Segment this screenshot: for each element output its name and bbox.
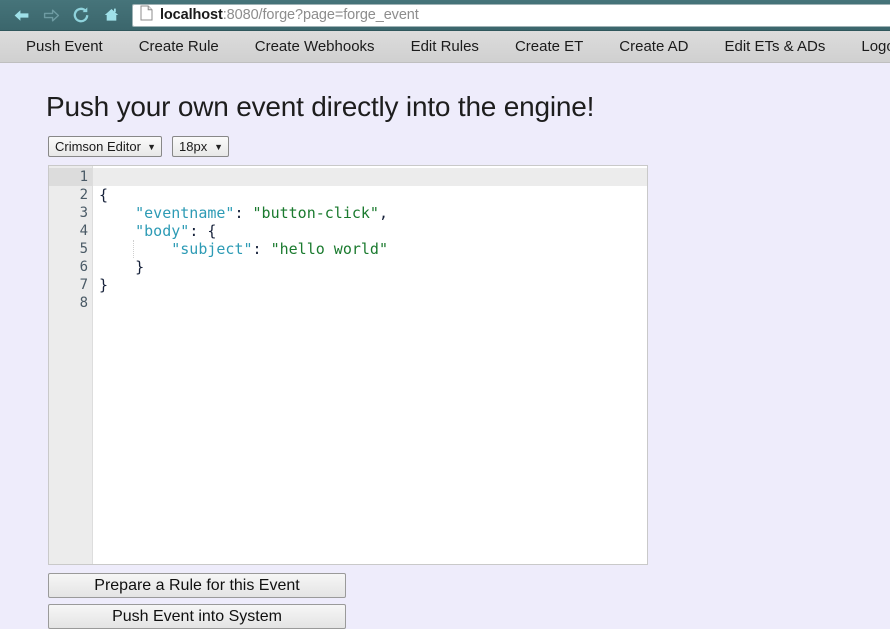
url-path: :8080/forge?page=forge_event <box>222 7 419 23</box>
back-button[interactable] <box>6 0 36 31</box>
editor-fontsize-select[interactable]: 18px <box>172 136 229 157</box>
page-title: Push your own event directly into the en… <box>46 91 595 122</box>
gutter-line-number: 6 <box>79 259 88 275</box>
gutter-line-number: 3 <box>79 205 88 221</box>
gutter-line-number: 4 <box>79 223 88 239</box>
editor-code-area[interactable]: { "eventname": "button-click", "body": {… <box>93 166 647 564</box>
url-text: localhost:8080/forge?page=forge_event <box>160 7 419 23</box>
editor-toolbar: Crimson Editor ▼ 18px ▼ <box>0 123 890 157</box>
prepare-rule-button[interactable]: Prepare a Rule for this Event <box>48 573 346 598</box>
home-icon <box>102 6 121 24</box>
forward-arrow-icon <box>42 7 61 24</box>
nav-item-create-rule[interactable]: Create Rule <box>121 31 237 62</box>
site-navigation: Push Event Create Rule Create Webhooks E… <box>0 31 890 63</box>
code-editor[interactable]: 1 2▾ 3 4▾ 5 6 7 8 { "eventname": "button… <box>48 165 648 565</box>
gutter-line[interactable]: 6 <box>49 258 92 276</box>
nav-item-edit-ets-ads[interactable]: Edit ETs & ADs <box>707 31 844 62</box>
browser-toolbar: localhost:8080/forge?page=forge_event <box>0 0 890 31</box>
push-event-button[interactable]: Push Event into System <box>48 604 346 629</box>
code-line[interactable] <box>93 168 647 186</box>
gutter-line-number: 1 <box>79 169 88 185</box>
code-line[interactable]: { <box>93 186 647 204</box>
gutter-line[interactable]: 8 <box>49 294 92 312</box>
theme-select-wrapper: Crimson Editor ▼ <box>48 136 162 157</box>
fontsize-select-wrapper: 18px ▼ <box>172 136 229 157</box>
reload-icon <box>72 6 91 24</box>
code-line[interactable]: "eventname": "button-click", <box>93 204 647 222</box>
nav-item-push-event[interactable]: Push Event <box>8 31 121 62</box>
code-line[interactable]: "subject": "hello world" <box>93 240 647 258</box>
nav-item-create-ad[interactable]: Create AD <box>601 31 706 62</box>
code-line[interactable]: "body": { <box>93 222 647 240</box>
home-button[interactable] <box>96 0 126 31</box>
code-line[interactable]: } <box>93 276 647 294</box>
url-bar[interactable]: localhost:8080/forge?page=forge_event <box>132 3 890 27</box>
gutter-line-number: 8 <box>79 295 88 311</box>
gutter-line[interactable]: 4▾ <box>49 222 101 240</box>
page-document-icon <box>140 5 153 26</box>
nav-item-logout[interactable]: Logout <box>843 31 890 62</box>
code-line[interactable] <box>93 294 647 312</box>
back-arrow-icon <box>12 7 31 24</box>
gutter-line[interactable]: 2▾ <box>49 186 101 204</box>
gutter-line-number: 7 <box>79 277 88 293</box>
editor-theme-select[interactable]: Crimson Editor <box>48 136 162 157</box>
forward-button[interactable] <box>36 0 66 31</box>
action-buttons: Prepare a Rule for this Event Push Event… <box>48 573 346 629</box>
editor-gutter: 1 2▾ 3 4▾ 5 6 7 8 <box>49 166 101 564</box>
gutter-line-number: 2 <box>79 187 88 203</box>
gutter-line[interactable]: 7 <box>49 276 92 294</box>
code-line[interactable]: } <box>93 258 647 276</box>
gutter-line[interactable]: 5 <box>49 240 92 258</box>
nav-item-edit-rules[interactable]: Edit Rules <box>393 31 497 62</box>
gutter-line[interactable]: 3 <box>49 204 92 222</box>
nav-item-create-et[interactable]: Create ET <box>497 31 601 62</box>
page-content: Push your own event directly into the en… <box>0 63 890 629</box>
url-host: localhost <box>160 7 223 23</box>
gutter-line[interactable]: 1 <box>49 168 92 186</box>
gutter-line-number: 5 <box>79 241 88 257</box>
nav-item-create-webhooks[interactable]: Create Webhooks <box>237 31 393 62</box>
reload-button[interactable] <box>66 0 96 31</box>
